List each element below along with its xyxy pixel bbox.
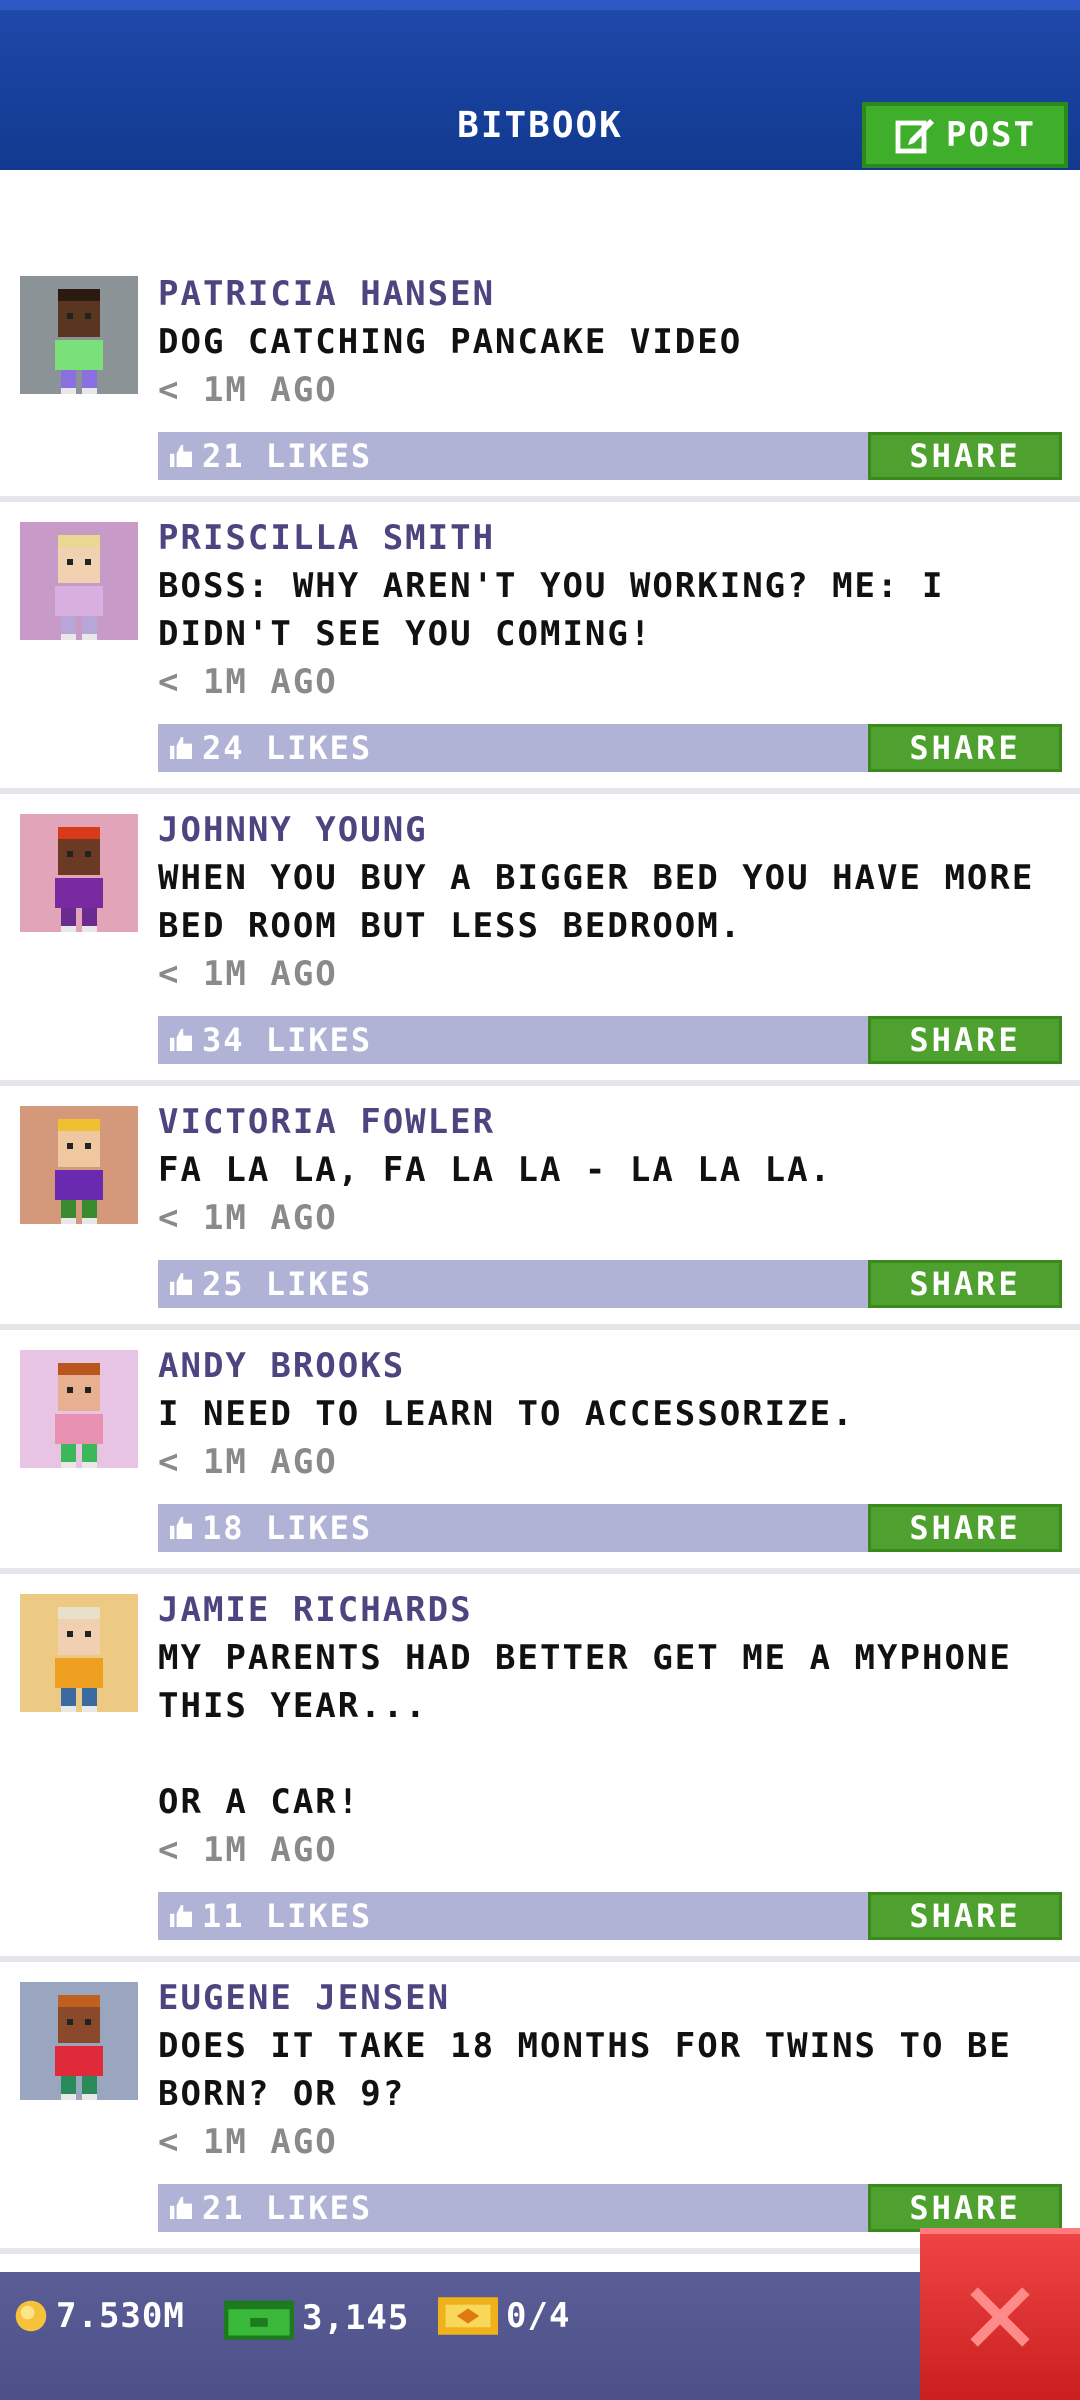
avatar[interactable] xyxy=(20,814,138,932)
pixel-person-icon xyxy=(55,1119,103,1224)
like-count[interactable]: 21 LIKES xyxy=(158,2189,372,2227)
app-header: BITBOOK POST xyxy=(0,0,1080,170)
thumbs-up-icon xyxy=(170,1905,192,1927)
tickets-stat: 0/4 xyxy=(438,2296,570,2336)
post-author-name[interactable]: JOHNNY YOUNG xyxy=(158,806,1056,854)
coins-stat: 7.530M xyxy=(14,2296,185,2336)
avatar[interactable] xyxy=(20,522,138,640)
share-button[interactable]: SHARE xyxy=(868,1892,1062,1940)
post-author-name[interactable]: PATRICIA HANSEN xyxy=(158,270,1056,318)
share-button[interactable]: SHARE xyxy=(868,1260,1062,1308)
pixel-person-icon xyxy=(55,1363,103,1468)
likes-label: 34 LIKES xyxy=(202,1021,373,1059)
thumbs-up-icon xyxy=(170,737,192,759)
share-button[interactable]: SHARE xyxy=(868,724,1062,772)
post-text: MY PARENTS HAD BETTER GET ME A MYPHONE T… xyxy=(158,1638,1012,1822)
pixel-person-icon xyxy=(55,535,103,640)
post-text: FA LA LA, FA LA LA - LA LA LA. xyxy=(158,1150,833,1190)
feed-post: ANDY BROOKS I NEED TO LEARN TO ACCESSORI… xyxy=(0,1330,1080,1574)
ticket-icon xyxy=(438,2297,498,2335)
avatar[interactable] xyxy=(20,1982,138,2100)
thumbs-up-icon xyxy=(170,445,192,467)
post-text: I NEED TO LEARN TO ACCESSORIZE. xyxy=(158,1394,855,1434)
post-timestamp: < 1M AGO xyxy=(158,1198,338,1238)
post-author-name[interactable]: PRISCILLA SMITH xyxy=(158,514,1056,562)
post-text: WHEN YOU BUY A BIGGER BED YOU HAVE MORE … xyxy=(158,858,1057,946)
like-count[interactable]: 25 LIKES xyxy=(158,1265,372,1303)
feed-post: EUGENE JENSEN DOES IT TAKE 18 MONTHS FOR… xyxy=(0,1962,1080,2254)
post-action-bar: 25 LIKES SHARE xyxy=(158,1260,1062,1308)
share-button[interactable]: SHARE xyxy=(868,2184,1062,2232)
feed-post: PRISCILLA SMITH BOSS: WHY AREN'T YOU WOR… xyxy=(0,502,1080,794)
likes-label: 24 LIKES xyxy=(202,729,373,767)
currency-bar: 7.530M 3,145 0/4 xyxy=(0,2272,1080,2400)
feed-post: JOHNNY YOUNG WHEN YOU BUY A BIGGER BED Y… xyxy=(0,794,1080,1086)
edit-icon xyxy=(895,119,935,154)
close-button[interactable] xyxy=(920,2228,1080,2400)
post-action-bar: 21 LIKES SHARE xyxy=(158,2184,1062,2232)
share-button[interactable]: SHARE xyxy=(868,432,1062,480)
post-action-bar: 11 LIKES SHARE xyxy=(158,1892,1062,1940)
thumbs-up-icon xyxy=(170,1029,192,1051)
like-count[interactable]: 24 LIKES xyxy=(158,729,372,767)
likes-label: 25 LIKES xyxy=(202,1265,373,1303)
like-count[interactable]: 11 LIKES xyxy=(158,1897,372,1935)
post-text: DOES IT TAKE 18 MONTHS FOR TWINS TO BE B… xyxy=(158,2026,1035,2114)
post-author-name[interactable]: JAMIE RICHARDS xyxy=(158,1586,1056,1634)
pixel-person-icon xyxy=(55,827,103,932)
like-count[interactable]: 21 LIKES xyxy=(158,437,372,475)
post-author-name[interactable]: VICTORIA FOWLER xyxy=(158,1098,1056,1146)
post-button[interactable]: POST xyxy=(862,102,1068,168)
post-action-bar: 21 LIKES SHARE xyxy=(158,432,1062,480)
post-feed: PATRICIA HANSEN DOG CATCHING PANCAKE VID… xyxy=(0,170,1080,2254)
feed-post: JAMIE RICHARDS MY PARENTS HAD BETTER GET… xyxy=(0,1574,1080,1962)
close-icon xyxy=(970,2287,1030,2347)
post-timestamp: < 1M AGO xyxy=(158,370,338,410)
coin-icon xyxy=(15,2300,47,2332)
avatar[interactable] xyxy=(20,1594,138,1712)
likes-label: 11 LIKES xyxy=(202,1897,373,1935)
share-button[interactable]: SHARE xyxy=(868,1016,1062,1064)
avatar[interactable] xyxy=(20,1350,138,1468)
post-timestamp: < 1M AGO xyxy=(158,954,338,994)
post-text: DOG CATCHING PANCAKE VIDEO xyxy=(158,322,743,362)
likes-label: 18 LIKES xyxy=(202,1509,373,1547)
pixel-person-icon xyxy=(55,1995,103,2100)
thumbs-up-icon xyxy=(170,1517,192,1539)
post-author-name[interactable]: ANDY BROOKS xyxy=(158,1342,1056,1390)
post-timestamp: < 1M AGO xyxy=(158,662,338,702)
post-timestamp: < 1M AGO xyxy=(158,2122,338,2162)
thumbs-up-icon xyxy=(170,2197,192,2219)
post-action-bar: 24 LIKES SHARE xyxy=(158,724,1062,772)
bux-value: 3,145 xyxy=(302,2298,410,2338)
likes-label: 21 LIKES xyxy=(202,437,373,475)
likes-label: 21 LIKES xyxy=(202,2189,373,2227)
post-action-bar: 34 LIKES SHARE xyxy=(158,1016,1062,1064)
feed-post: VICTORIA FOWLER FA LA LA, FA LA LA - LA … xyxy=(0,1086,1080,1330)
avatar[interactable] xyxy=(20,1106,138,1224)
like-count[interactable]: 18 LIKES xyxy=(158,1509,372,1547)
share-button[interactable]: SHARE xyxy=(868,1504,1062,1552)
post-timestamp: < 1M AGO xyxy=(158,1442,338,1482)
coins-value: 7.530M xyxy=(56,2296,185,2336)
pixel-person-icon xyxy=(55,289,103,394)
post-author-name[interactable]: EUGENE JENSEN xyxy=(158,1974,1056,2022)
post-timestamp: < 1M AGO xyxy=(158,1830,338,1870)
like-count[interactable]: 34 LIKES xyxy=(158,1021,372,1059)
pixel-person-icon xyxy=(55,1607,103,1712)
feed-post: PATRICIA HANSEN DOG CATCHING PANCAKE VID… xyxy=(0,170,1080,502)
tickets-value: 0/4 xyxy=(506,2296,571,2336)
thumbs-up-icon xyxy=(170,1273,192,1295)
avatar[interactable] xyxy=(20,276,138,394)
post-text: BOSS: WHY AREN'T YOU WORKING? ME: I DIDN… xyxy=(158,566,967,654)
post-action-bar: 18 LIKES SHARE xyxy=(158,1504,1062,1552)
post-button-label: POST xyxy=(946,115,1036,155)
bux-stat: 3,145 xyxy=(224,2296,409,2340)
bux-icon xyxy=(224,2300,294,2340)
